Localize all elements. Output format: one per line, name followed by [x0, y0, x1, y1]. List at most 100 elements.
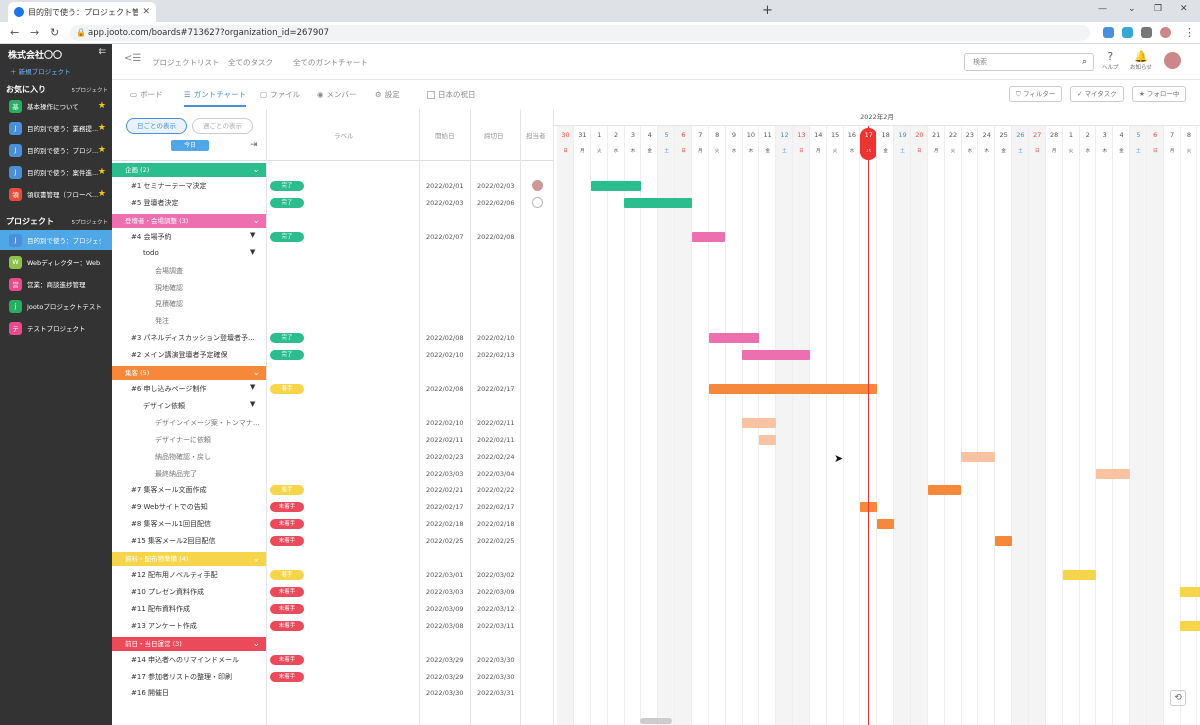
task-row[interactable]: #8 集客メール1回目配信 未着手 2022/02/18 2022/02/18 — [112, 516, 554, 533]
minimize-icon[interactable]: — — [1098, 4, 1107, 14]
gantt-bar[interactable] — [995, 536, 1012, 547]
status-label[interactable]: 未着手 — [270, 586, 304, 597]
extension-icon[interactable] — [1103, 27, 1114, 38]
reload-icon[interactable]: ↻ — [50, 26, 59, 39]
browser-tab[interactable]: 目的別で使う：プロジェクト管理 - Jo ✕ — [8, 2, 156, 22]
task-row[interactable]: #1 セミナーテーマ決定 完了 2022/02/01 2022/02/03 — [112, 178, 554, 195]
maximize-icon[interactable]: ❐ — [1154, 4, 1162, 14]
task-row[interactable]: デザイン依頼 ▼ — [112, 398, 554, 415]
chevron-down-icon[interactable]: ⌄ — [252, 366, 260, 380]
tab-gantt[interactable]: ☰ ガントチャート — [184, 89, 247, 107]
search-input[interactable]: 検索 ⌕ — [964, 53, 1094, 71]
url-field[interactable]: 🔒 app.jooto.com/boards#713627?organizatio… — [70, 25, 1090, 41]
follow-button[interactable]: ★ フォロー中 — [1132, 86, 1187, 102]
today-button[interactable]: 今日 — [171, 140, 209, 151]
gantt-bar[interactable] — [759, 434, 777, 445]
star-icon[interactable]: ★ — [98, 145, 106, 155]
status-label[interactable]: 未着手 — [270, 519, 304, 530]
group-header[interactable]: 資料・配布物準備 (4) ⌄ — [112, 552, 266, 566]
gantt-bar[interactable] — [708, 384, 878, 394]
task-row[interactable]: #6 申し込みページ制作 ▼ 着手 2022/02/08 2022/02/17 — [112, 381, 554, 398]
chevron-down-icon[interactable]: ⌄ — [252, 637, 260, 651]
sidebar-project-item[interactable]: J 目的別で使う：業務提... ★ — [0, 118, 112, 138]
tab-file[interactable]: ▢ ファイル — [260, 89, 300, 100]
forward-icon[interactable]: → — [30, 26, 39, 39]
organization-name[interactable]: 株式会社〇〇 — [8, 48, 62, 61]
notification-button[interactable]: 🔔 お知らせ — [1130, 50, 1152, 71]
help-button[interactable]: ? ヘルプ — [1102, 50, 1119, 71]
extension-icon[interactable] — [1122, 27, 1133, 38]
sidebar-project-item[interactable]: J 目的別で使う：プロジェク... — [0, 230, 112, 250]
tab-member[interactable]: ◉ メンバー — [317, 89, 357, 100]
group-header[interactable]: 登壇者・会場調整 (3) ⌄ — [112, 213, 266, 228]
status-label[interactable]: 未着手 — [270, 536, 304, 547]
task-row[interactable]: 会場調査 — [112, 263, 554, 280]
all-gantt-link[interactable]: 全てのガントチャート — [293, 57, 368, 68]
status-label[interactable]: 未着手 — [270, 654, 304, 665]
group-header[interactable]: 前日・当日運営 (3) ⌄ — [112, 636, 266, 651]
task-row[interactable]: #2 メイン講演登壇者予定確保 完了 2022/02/10 2022/02/13 — [112, 347, 554, 364]
status-label[interactable]: 未着手 — [270, 502, 304, 513]
gantt-bar[interactable] — [877, 519, 894, 530]
chevron-down-icon[interactable]: ⌄ — [252, 214, 260, 228]
filter-button[interactable]: ⛉ フィルター — [1009, 86, 1063, 102]
week-view-button[interactable]: 週ごとの表示 — [192, 118, 253, 134]
task-row[interactable]: 発注 — [112, 313, 554, 330]
task-row[interactable]: 最終納品完了 2022/03/03 2022/03/04 — [112, 466, 554, 483]
assignee-avatar[interactable] — [532, 196, 543, 208]
puzzle-icon[interactable] — [1141, 27, 1152, 38]
sidebar-project-item[interactable]: W Webディレクター：Web... — [0, 252, 112, 272]
expand-triangle-icon[interactable]: ▼ — [250, 400, 255, 408]
gantt-bar[interactable] — [1096, 468, 1130, 479]
profile-icon[interactable] — [1160, 27, 1171, 38]
new-tab-button[interactable]: + — [762, 3, 773, 18]
sidebar-project-item[interactable]: j Jootoプロジェクトテスト — [0, 296, 112, 316]
status-label[interactable]: 着手 — [270, 570, 304, 580]
task-row[interactable]: 現地確認 — [112, 280, 554, 297]
gantt-bar[interactable] — [1180, 586, 1200, 597]
history-icon[interactable]: ⟲ — [1170, 690, 1186, 706]
user-avatar[interactable] — [1164, 52, 1181, 69]
sidebar-project-item[interactable]: J 目的別で使う：案件進... ★ — [0, 162, 112, 182]
all-tasks-link[interactable]: 全てのタスク — [228, 57, 273, 68]
project-list-link[interactable]: プロジェクトリスト — [152, 57, 220, 68]
status-label[interactable]: 未着手 — [270, 671, 304, 682]
task-row[interactable]: 納品物確認・戻し 2022/02/23 2022/02/24 — [112, 449, 554, 466]
sidebar-project-item[interactable]: J 目的別で使う：プロジ... ★ — [0, 140, 112, 160]
new-project-button[interactable]: ＋ 新規プロジェクト — [10, 66, 71, 76]
task-row[interactable]: 見積確認 — [112, 296, 554, 313]
task-row[interactable]: #7 集客メール文面作成 着手 2022/02/21 2022/02/22 — [112, 482, 554, 499]
gantt-bar[interactable] — [1062, 570, 1097, 580]
star-icon[interactable]: ★ — [98, 101, 106, 111]
star-icon[interactable]: ★ — [98, 167, 106, 177]
gantt-bar[interactable] — [708, 333, 760, 344]
search-icon[interactable]: ⌕ — [1082, 54, 1087, 70]
gantt-bar[interactable] — [1180, 620, 1200, 631]
task-row[interactable]: #9 Webサイトでの告知 未着手 2022/02/17 2022/02/17 — [112, 499, 554, 516]
group-header[interactable]: 企画 (2) ⌄ — [112, 163, 266, 177]
sidebar-project-item[interactable]: 領領収書管理（フローベ... ★ — [0, 184, 112, 204]
task-row[interactable]: #15 集客メール2回目配信 未着手 2022/02/25 2022/02/25 — [112, 533, 554, 550]
status-label[interactable]: 完了 — [270, 197, 304, 208]
sidebar-project-item[interactable]: テテストプロジェクト — [0, 318, 112, 338]
task-row[interactable]: #3 パネルディスカッション登壇者予... 完了 2022/02/08 2022/02… — [112, 330, 554, 347]
sidebar-project-item[interactable]: 営営業：商談進捗管理 — [0, 274, 112, 294]
tab-settings[interactable]: ⚙ 設定 — [375, 89, 400, 100]
status-label[interactable]: 着手 — [270, 384, 304, 394]
task-row[interactable]: #10 プレゼン資料作成 未着手 2022/03/03 2022/03/09 — [112, 584, 554, 601]
exit-icon[interactable]: ⇥ — [250, 140, 258, 150]
status-label[interactable]: 着手 — [270, 485, 304, 496]
star-icon[interactable]: ★ — [98, 123, 106, 133]
task-row[interactable]: #4 会場予約 ▼ 完了 2022/02/07 2022/02/08 — [112, 229, 554, 246]
status-label[interactable]: 未着手 — [270, 620, 304, 631]
holiday-checkbox[interactable]: 日本の祝日 — [427, 89, 476, 100]
chevron-down-icon[interactable]: ⌄ — [252, 163, 260, 177]
task-row[interactable]: デザインイメージ案・トンマナ... 2022/02/10 2022/02/11 — [112, 415, 554, 432]
gantt-bar[interactable] — [742, 350, 810, 361]
back-icon[interactable]: ← — [10, 26, 19, 39]
day-view-button[interactable]: 日ごとの表示 — [126, 118, 187, 134]
task-row[interactable]: デザイナーに依頼 2022/02/11 2022/02/11 — [112, 432, 554, 449]
chevron-down-icon[interactable]: ⌄ — [1128, 4, 1136, 14]
task-row[interactable]: #17 参加者リストの整理・印刷 未着手 2022/03/29 2022/03/30 — [112, 669, 554, 686]
tab-board[interactable]: ▭ ボード — [130, 89, 163, 100]
